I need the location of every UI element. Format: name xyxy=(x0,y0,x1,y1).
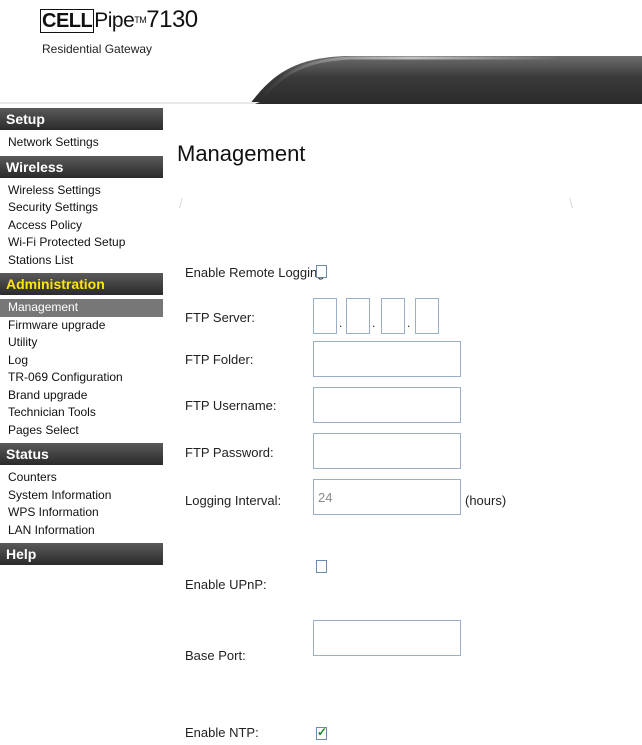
sidebar-section-status[interactable]: Status xyxy=(0,443,163,465)
sidebar-item-utility[interactable]: Utility xyxy=(0,334,163,352)
ftp-server-dot-2: . xyxy=(372,316,376,330)
ftp-server-octet-1[interactable] xyxy=(313,298,337,334)
base-port-label: Base Port: xyxy=(185,648,246,663)
upnp-label: Enable UPnP: xyxy=(185,577,267,592)
sidebar-section-help[interactable]: Help xyxy=(0,543,163,565)
sidebar-item-counters[interactable]: Counters xyxy=(0,469,163,487)
sidebar-section-wireless[interactable]: Wireless xyxy=(0,155,163,178)
decorative-mark-left: / xyxy=(179,195,183,211)
sidebar-item-wireless-settings[interactable]: Wireless Settings xyxy=(0,182,163,200)
sidebar-item-log[interactable]: Log xyxy=(0,352,163,370)
ntp-label: Enable NTP: xyxy=(185,725,259,740)
ftp-server-label: FTP Server: xyxy=(185,310,255,325)
sidebar-item-brand-upgrade[interactable]: Brand upgrade xyxy=(0,387,163,405)
ftp-server-dot-3: . xyxy=(407,316,411,330)
ntp-checkbox[interactable] xyxy=(316,725,327,740)
sidebar-item-pages-select[interactable]: Pages Select xyxy=(0,422,163,440)
ftp-password-input[interactable] xyxy=(313,433,461,469)
sidebar-item-system-information[interactable]: System Information xyxy=(0,487,163,505)
sidebar-nav: Setup Network Settings Wireless Wireless… xyxy=(0,108,163,745)
decorative-mark-right: \ xyxy=(569,195,573,211)
sidebar-section-status-items: Counters System Information WPS Informat… xyxy=(0,465,163,543)
ftp-password-label: FTP Password: xyxy=(185,445,274,460)
sidebar-item-wps-information[interactable]: WPS Information xyxy=(0,504,163,522)
ftp-folder-input[interactable] xyxy=(313,341,461,377)
logging-interval-input[interactable] xyxy=(313,479,461,515)
ftp-server-octet-4[interactable] xyxy=(415,298,439,334)
sidebar-section-administration-items: Management Firmware upgrade Utility Log … xyxy=(0,295,163,443)
base-port-input[interactable] xyxy=(313,620,461,656)
sidebar-item-lan-information[interactable]: LAN Information xyxy=(0,522,163,540)
sidebar-section-administration[interactable]: Administration xyxy=(0,273,163,295)
sidebar-item-stations-list[interactable]: Stations List xyxy=(0,252,163,270)
logging-interval-unit: (hours) xyxy=(465,493,507,508)
sidebar-item-management[interactable]: Management xyxy=(0,299,163,317)
sidebar-section-wireless-items: Wireless Settings Security Settings Acce… xyxy=(0,178,163,274)
sidebar-item-tr069-configuration[interactable]: TR-069 Configuration xyxy=(0,369,163,387)
page-title: Management xyxy=(177,141,306,166)
remote-logging-checkbox[interactable] xyxy=(316,265,327,278)
ftp-server-dot-1: . xyxy=(339,316,343,330)
ftp-username-input[interactable] xyxy=(313,387,461,423)
sidebar-item-access-policy[interactable]: Access Policy xyxy=(0,217,163,235)
sidebar-item-network-settings[interactable]: Network Settings xyxy=(0,134,163,152)
sidebar-item-wifi-protected-setup[interactable]: Wi-Fi Protected Setup xyxy=(0,234,163,252)
main-content: Management / \ Enable Remote Logging: FT… xyxy=(163,95,642,745)
sidebar-item-security-settings[interactable]: Security Settings xyxy=(0,199,163,217)
logging-interval-label: Logging Interval: xyxy=(185,493,282,508)
sidebar-section-setup-items: Network Settings xyxy=(0,130,163,156)
ftp-username-label: FTP Username: xyxy=(185,398,277,413)
remote-logging-label: Enable Remote Logging: xyxy=(185,265,329,280)
ftp-server-octet-2[interactable] xyxy=(346,298,370,334)
sidebar-item-firmware-upgrade[interactable]: Firmware upgrade xyxy=(0,317,163,335)
ftp-folder-label: FTP Folder: xyxy=(185,352,254,367)
ftp-server-octet-3[interactable] xyxy=(381,298,405,334)
logo-brand: CELLPipeTM7130 xyxy=(40,6,198,33)
sidebar-section-setup[interactable]: Setup xyxy=(0,108,163,130)
sidebar-item-technician-tools[interactable]: Technician Tools xyxy=(0,404,163,422)
upnp-checkbox[interactable] xyxy=(316,560,327,573)
